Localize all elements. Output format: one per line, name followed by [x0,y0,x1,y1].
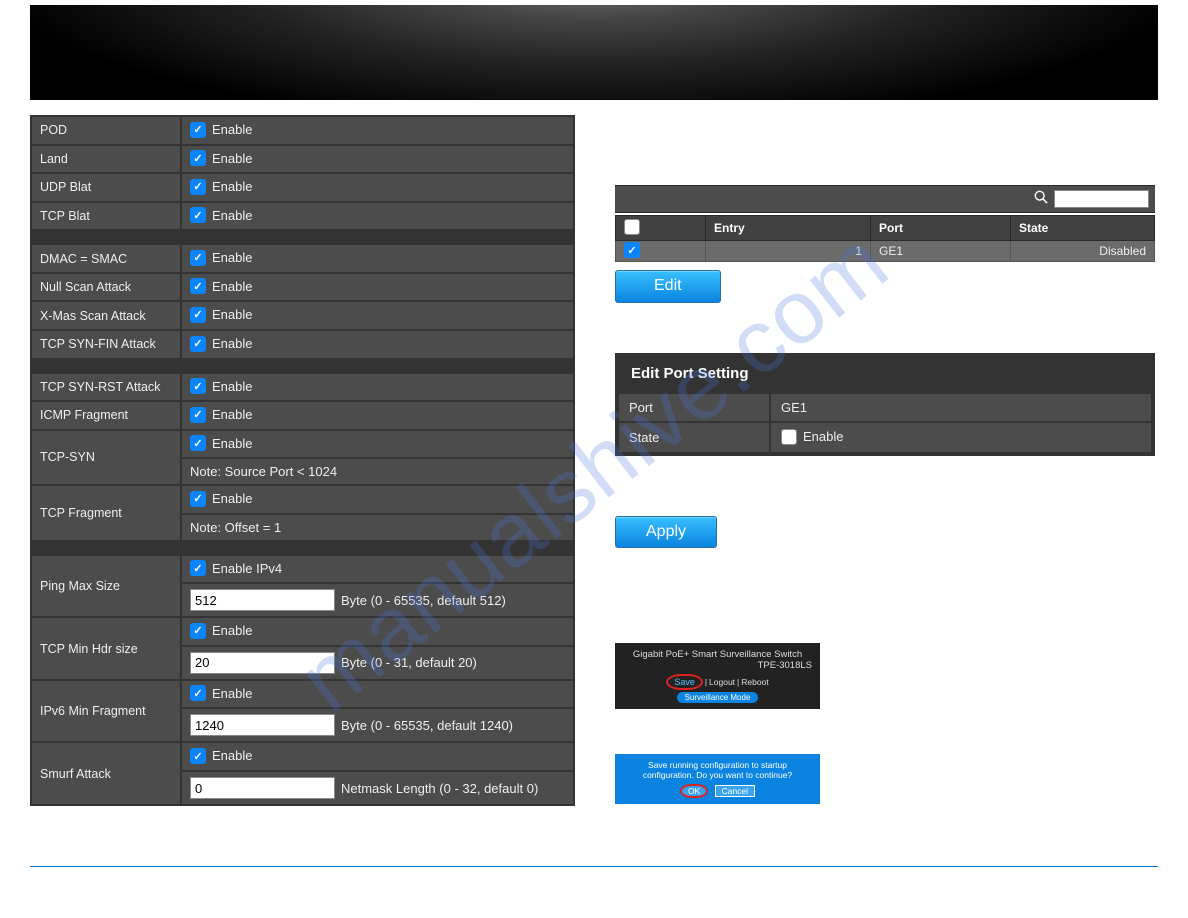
enable-text: Enable [212,307,252,322]
note-text: Note: Offset = 1 [182,515,573,540]
enable-text: Enable [212,151,252,166]
enable-text: Enable [212,436,252,451]
enable-text: Enable [212,279,252,294]
port-table: Entry Port State 1 GE1 Disabled [615,215,1155,262]
checkbox[interactable] [190,435,206,451]
row-label: TCP-SYN [32,431,180,485]
prompt-cancel: Cancel [715,785,755,797]
hint-text: Byte (0 - 65535, default 512) [341,593,506,608]
row-label: TCP SYN-RST Attack [32,374,180,401]
row-label: TCP SYN-FIN Attack [32,331,180,358]
smurf-input[interactable] [190,777,335,799]
hint-text: Byte (0 - 31, default 20) [341,655,477,670]
checkbox[interactable] [190,491,206,507]
row-label: UDP Blat [32,174,180,201]
checkbox[interactable] [190,307,206,323]
row-label: Smurf Attack [32,743,180,804]
col-entry: Entry [706,216,871,241]
thumb-save: Save [666,674,703,690]
checkbox[interactable] [190,250,206,266]
enable-text: Enable [212,179,252,194]
search-row [615,185,1155,213]
port-label: Port [619,394,769,421]
checkbox[interactable] [190,685,206,701]
prompt-text: Save running configuration to startup co… [623,760,812,780]
header-banner [30,5,1158,100]
row-label: Ping Max Size [32,556,180,617]
row-label: IPv6 Min Fragment [32,681,180,742]
cell-entry: 1 [706,241,871,262]
row-label: Land [32,146,180,173]
checkbox[interactable] [190,150,206,166]
select-all-checkbox[interactable] [624,219,640,235]
row-label: TCP Min Hdr size [32,618,180,679]
row-label: Null Scan Attack [32,274,180,301]
thumb-model: TPE-3018LS [623,660,812,671]
thumb-logout: Logout [709,677,735,687]
table-row[interactable]: 1 GE1 Disabled [616,241,1155,262]
search-icon[interactable] [1034,190,1048,209]
checkbox[interactable] [190,207,206,223]
enable-text: Enable [212,336,252,351]
checkbox[interactable] [190,378,206,394]
footer-divider [30,866,1158,867]
row-checkbox[interactable] [624,242,640,258]
enable-text: Enable [212,250,252,265]
checkbox[interactable] [190,122,206,138]
hint-text: Netmask Length (0 - 32, default 0) [341,781,538,796]
enable-text: Enable [212,122,252,137]
switch-thumbnail: Gigabit PoE+ Smart Surveillance Switch T… [615,643,820,709]
checkbox[interactable] [190,560,206,576]
col-state: State [1011,216,1155,241]
cell-state: Disabled [1011,241,1155,262]
row-label: X-Mas Scan Attack [32,302,180,329]
cell-port: GE1 [871,241,1011,262]
save-prompt: Save running configuration to startup co… [615,754,820,804]
prompt-ok: OK [680,784,708,798]
row-label: TCP Blat [32,203,180,230]
enable-text: Enable [212,748,252,763]
row-label: DMAC = SMAC [32,245,180,272]
note-text: Note: Source Port < 1024 [182,459,573,484]
col-port: Port [871,216,1011,241]
state-enable-text: Enable [803,429,843,444]
tcp-min-hdr-input[interactable] [190,652,335,674]
thumb-title: Gigabit PoE+ Smart Surveillance Switch [623,649,812,660]
state-label: State [619,423,769,452]
checkbox[interactable] [190,336,206,352]
checkbox[interactable] [190,278,206,294]
ping-max-input[interactable] [190,589,335,611]
enable-text: Enable [212,623,252,638]
checkbox[interactable] [190,748,206,764]
ipv6-min-frag-input[interactable] [190,714,335,736]
enable-text: Enable [212,491,252,506]
panel-title: Edit Port Setting [617,355,1153,392]
enable-text: Enable [212,208,252,223]
enable-text: Enable [212,686,252,701]
search-input[interactable] [1054,190,1149,208]
row-label: ICMP Fragment [32,402,180,429]
apply-button[interactable]: Apply [615,516,717,548]
thumb-mode: Surveillance Mode [677,692,759,703]
checkbox[interactable] [190,623,206,639]
enable-text: Enable [212,407,252,422]
thumb-reboot: Reboot [741,677,768,687]
checkbox[interactable] [190,179,206,195]
enable-text: Enable IPv4 [212,561,282,576]
hint-text: Byte (0 - 65535, default 1240) [341,718,513,733]
row-label: POD [32,117,180,144]
row-label: TCP Fragment [32,486,180,540]
edit-port-panel: Edit Port Setting Port GE1 State Enable [615,353,1155,456]
dos-settings-table: POD Enable Land Enable UDP Blat Enable TCP … [30,115,575,806]
enable-text: Enable [212,379,252,394]
state-checkbox[interactable] [781,429,797,445]
port-value: GE1 [771,394,1151,421]
checkbox[interactable] [190,407,206,423]
edit-button[interactable]: Edit [615,270,721,303]
